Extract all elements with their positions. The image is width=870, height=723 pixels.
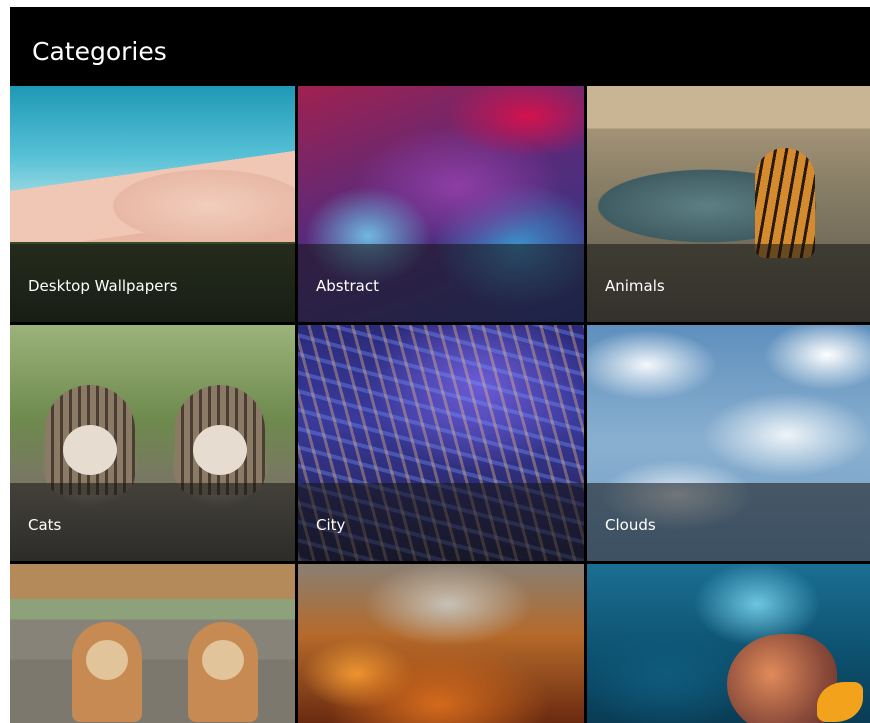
category-label: Animals xyxy=(605,277,665,295)
category-label: Abstract xyxy=(316,277,379,295)
category-tile-city[interactable]: City xyxy=(298,325,584,561)
header-bar: Categories xyxy=(10,7,870,86)
category-tile-cats[interactable]: Cats xyxy=(10,325,295,561)
category-tile-animals[interactable]: Animals xyxy=(587,86,870,322)
category-label: Cats xyxy=(28,516,62,534)
category-tile-abstract[interactable]: Abstract xyxy=(298,86,584,322)
page-title: Categories xyxy=(32,37,167,66)
category-label: City xyxy=(316,516,346,534)
category-tile-dogs[interactable] xyxy=(10,564,295,723)
category-image-dogs xyxy=(10,564,295,723)
category-tile-clouds[interactable]: Clouds xyxy=(587,325,870,561)
category-tile-fish[interactable] xyxy=(587,564,870,723)
category-label: Desktop Wallpapers xyxy=(28,277,178,295)
category-tile-desktop-wallpapers[interactable]: Desktop Wallpapers xyxy=(10,86,295,322)
category-tile-autumn-leaves[interactable] xyxy=(298,564,584,723)
category-image-autumn-leaves xyxy=(298,564,584,723)
app-window: Categories Desktop Wallpapers Abstract A… xyxy=(10,7,870,723)
category-grid: Desktop Wallpapers Abstract Animals Cats… xyxy=(10,86,870,723)
category-image-fish xyxy=(587,564,870,723)
category-label: Clouds xyxy=(605,516,656,534)
